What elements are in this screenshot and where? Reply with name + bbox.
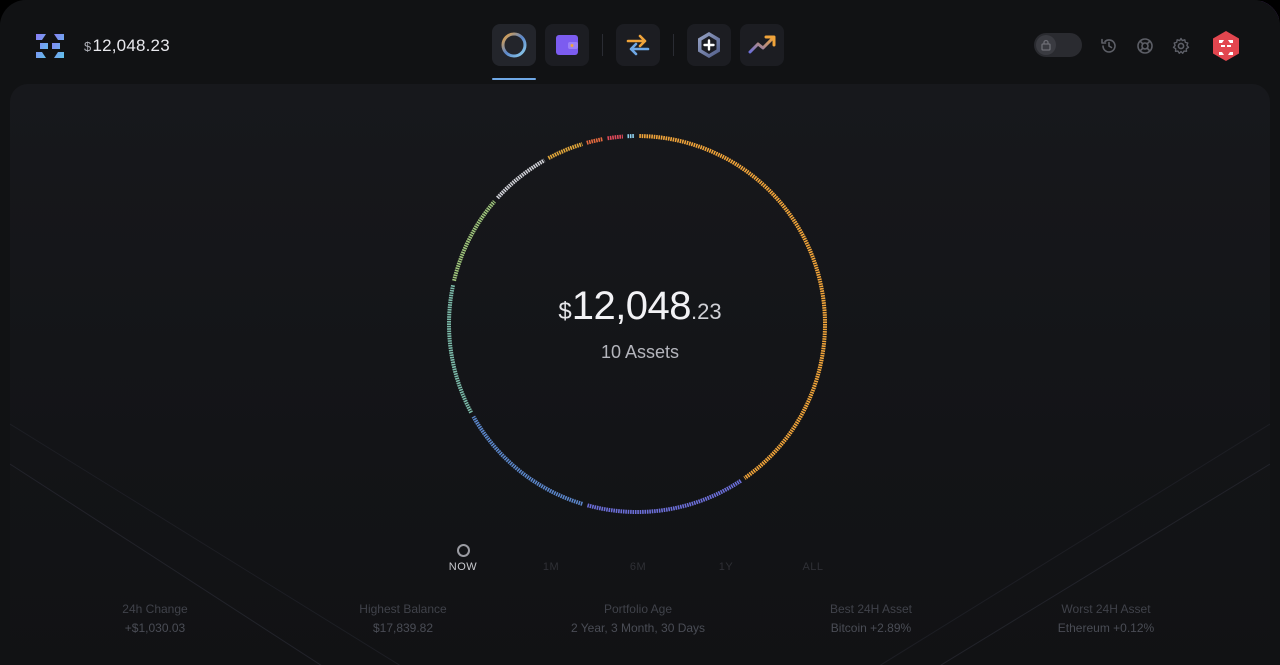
- profile-avatar-icon: [1213, 31, 1239, 61]
- stat-value: +$1,030.03: [124, 621, 186, 635]
- portfolio-total-currency: $: [558, 298, 572, 325]
- portfolio-total: $12,048.23: [450, 284, 830, 329]
- range-tab-1m[interactable]: 1M: [521, 561, 581, 573]
- portfolio-panel: $12,048.23 10 Assets NOW 1M 6M 1Y ALL 24…: [10, 84, 1270, 665]
- stat-best-24h-asset: Best 24H Asset Bitcoin +2.89%: [761, 602, 981, 635]
- ring-segment-4[interactable]: [452, 200, 496, 282]
- nav-add-app-button[interactable]: [687, 24, 731, 66]
- nav-exchange-button[interactable]: [616, 24, 660, 66]
- settings-icon[interactable]: [1170, 35, 1192, 57]
- ring-segment-6[interactable]: [547, 142, 583, 160]
- range-tab-all[interactable]: ALL: [783, 561, 843, 573]
- exodus-logo-icon[interactable]: [32, 28, 68, 64]
- nav-trends-button[interactable]: [740, 24, 784, 66]
- avatar[interactable]: [1210, 30, 1242, 62]
- ring-segment-7[interactable]: [586, 137, 604, 145]
- stat-worst-24h-asset: Worst 24H Asset Ethereum +0.12%: [996, 602, 1216, 635]
- range-tab-now[interactable]: NOW: [433, 561, 493, 573]
- wallet-icon: [556, 35, 578, 55]
- lock-toggle[interactable]: [1034, 33, 1082, 57]
- portfolio-total-whole: 12,048: [571, 284, 692, 328]
- range-tab-6m[interactable]: 6M: [608, 561, 668, 573]
- trend-up-icon: [748, 35, 776, 54]
- stat-label: Worst 24H Asset: [1061, 602, 1151, 616]
- nav-separator: [602, 34, 603, 56]
- nav-active-indicator: [492, 78, 536, 80]
- header-tools: [1034, 30, 1244, 62]
- top-bar: $12,048.23: [0, 0, 1280, 84]
- add-app-icon: [698, 32, 720, 58]
- history-icon[interactable]: [1098, 35, 1120, 57]
- exchange-arrows-icon: [626, 34, 650, 56]
- header-balance: $12,048.23: [84, 36, 170, 56]
- stat-value: Ethereum +0.12%: [1057, 621, 1155, 635]
- portfolio-ring: [447, 134, 827, 514]
- stat-label: Portfolio Age: [603, 602, 673, 616]
- portfolio-ring-icon: [501, 32, 527, 58]
- lock-toggle-knob: [1036, 35, 1056, 55]
- ring-segment-8[interactable]: [607, 134, 624, 141]
- stat-24h-change: 24h Change +$1,030.03: [45, 602, 265, 635]
- stat-label: 24h Change: [122, 602, 188, 616]
- ring-segment-1[interactable]: [586, 479, 742, 514]
- header-balance-amount: 12,048.23: [92, 36, 170, 55]
- nav-portfolio-button[interactable]: [492, 24, 536, 80]
- nav-separator: [673, 34, 674, 56]
- stat-portfolio-age: Portfolio Age 2 Year, 3 Month, 30 Days: [528, 602, 748, 635]
- nav-wallet-button[interactable]: [545, 24, 589, 66]
- ring-segment-2[interactable]: [471, 415, 583, 506]
- stat-value: $17,839.82: [372, 621, 434, 635]
- assets-count: 10 Assets: [600, 342, 680, 362]
- stat-value: 2 Year, 3 Month, 30 Days: [570, 621, 706, 635]
- stat-value: Bitcoin +2.89%: [830, 621, 912, 635]
- portfolio-total-cents: .23: [691, 299, 722, 324]
- stat-label: Best 24H Asset: [829, 602, 913, 616]
- stat-label: Highest Balance: [359, 602, 447, 616]
- stat-highest-balance: Highest Balance $17,839.82: [293, 602, 513, 635]
- range-selected-dot: [457, 544, 470, 557]
- ring-segment-5[interactable]: [496, 158, 546, 200]
- app-window: $12,048.23 $12,048.23 10 Assets NOW 1M 6…: [0, 0, 1280, 665]
- lock-icon: [1041, 39, 1051, 51]
- help-icon[interactable]: [1134, 35, 1156, 57]
- header-balance-currency: $: [84, 39, 92, 54]
- range-tab-1y[interactable]: 1Y: [696, 561, 756, 573]
